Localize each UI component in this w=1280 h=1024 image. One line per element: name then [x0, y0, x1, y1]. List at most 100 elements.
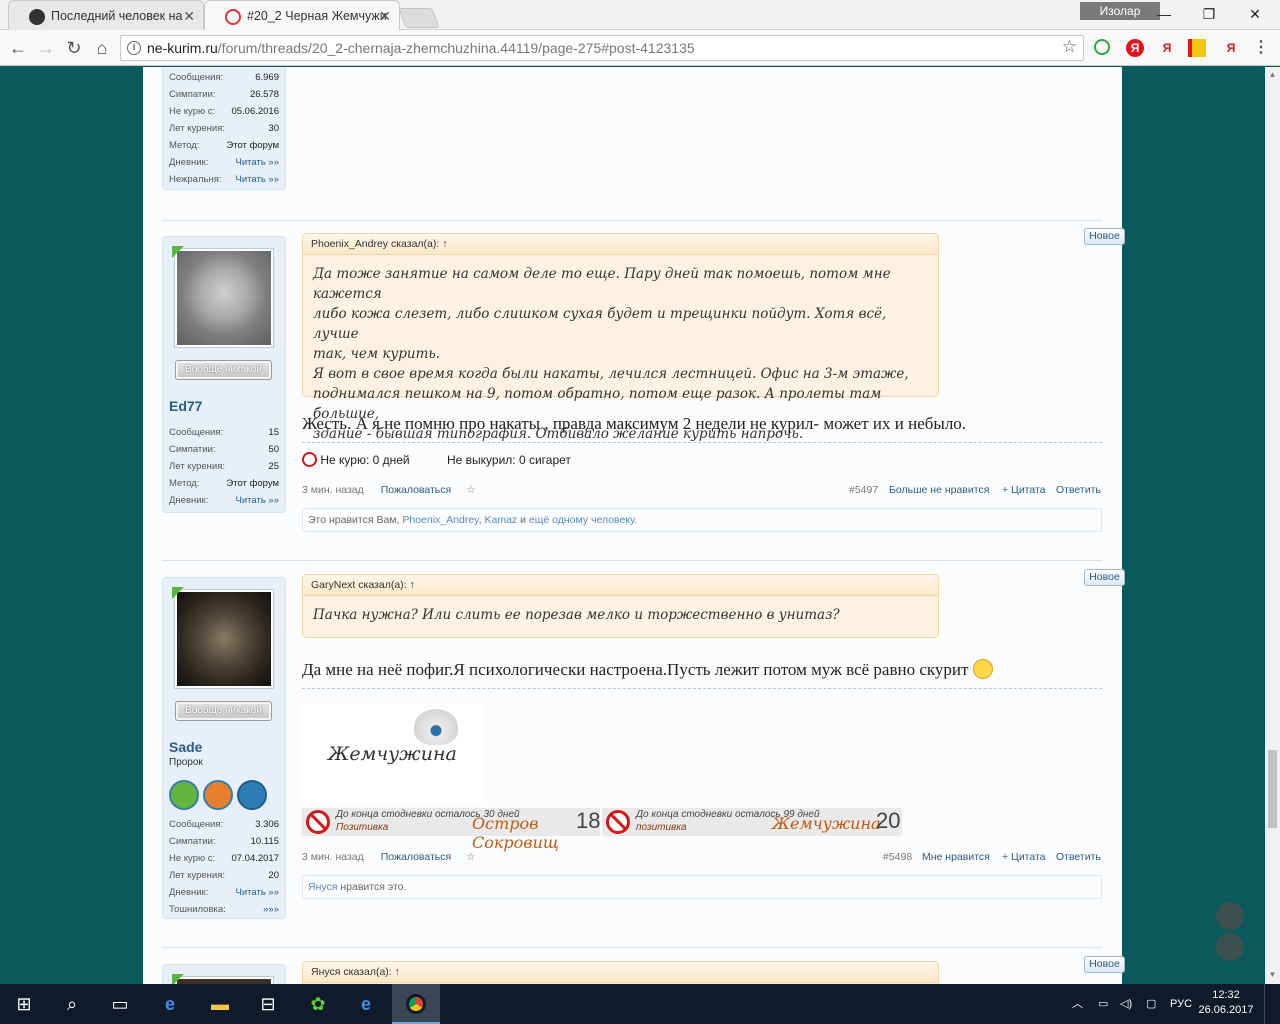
quote-author-link[interactable]: GaryNext сказал(а): ↑ — [303, 575, 938, 596]
new-badge: Новое — [1084, 569, 1125, 586]
profile-button[interactable]: Изолар — [1080, 2, 1160, 20]
kitten-avatar-image — [177, 592, 271, 686]
diary-link[interactable]: Читать »» — [236, 492, 279, 509]
store-icon[interactable]: ⊟ — [244, 984, 292, 1024]
more-likers-link[interactable]: ещё одному человеку — [529, 514, 634, 526]
liker-link[interactable]: Kamaz — [484, 514, 517, 526]
close-icon[interactable]: ✕ — [183, 1, 195, 30]
yandex-extension-icon[interactable]: Я — [1126, 39, 1144, 57]
edge-browser-icon[interactable]: e — [146, 984, 194, 1024]
internet-explorer-icon[interactable]: e — [342, 984, 390, 1024]
minimize-icon[interactable]: — — [1152, 4, 1176, 24]
signature-divider — [302, 442, 1102, 443]
home-icon[interactable]: ⌂ — [90, 36, 114, 60]
language-indicator[interactable]: РУС — [1170, 984, 1192, 1024]
file-explorer-icon[interactable]: ▬ — [196, 984, 244, 1024]
report-link[interactable]: Пожаловаться — [381, 851, 452, 863]
scroll-down-arrow-icon[interactable]: ▼ — [1265, 970, 1280, 979]
green-extension-icon[interactable] — [1094, 39, 1110, 55]
blog-link[interactable]: Читать »» — [236, 171, 279, 188]
post-number-link[interactable]: #5497 — [849, 482, 878, 498]
rank-badge: Вообще никакой — [175, 701, 272, 721]
tray-chevron-icon[interactable]: ︿ — [1072, 984, 1083, 1024]
stat-row: Дневник: Читать »» — [169, 884, 279, 901]
bookmark-extension-icon[interactable] — [1188, 39, 1206, 57]
post-meta-bar: 3 мин. назад Пожаловаться ☆ #5498 Мне нр… — [302, 849, 1102, 865]
reply-link[interactable]: Ответить — [1056, 849, 1101, 865]
avatar[interactable] — [174, 248, 274, 348]
bookmark-star-icon[interactable]: ☆ — [466, 484, 475, 496]
post-separator — [162, 947, 1102, 948]
bookmark-star-icon[interactable]: ☆ — [466, 851, 475, 863]
like-link[interactable]: Мне нравится — [922, 849, 990, 865]
diary-link[interactable]: Читать »» — [236, 884, 279, 901]
address-bar[interactable]: i ne-kurim.ru/forum/threads/20_2-chernaj… — [120, 35, 1084, 61]
floating-scroll-up-icon[interactable] — [1216, 902, 1244, 930]
post-message: Жесть. А я не помню про накаты , правда … — [302, 414, 967, 433]
quote-author-link[interactable]: Януся сказал(а): ↑ — [303, 962, 938, 983]
tab-last-human[interactable]: Последний человек на ✕ — [8, 0, 204, 30]
quote-text: Пачка нужна? Или слить ее порезав мелко … — [313, 607, 840, 623]
signature-counter: Не курю: 0 дней Не выкурил: 0 сигарет — [302, 452, 571, 467]
avatar[interactable] — [174, 589, 274, 689]
award-ship-icon[interactable] — [237, 780, 267, 810]
close-window-icon[interactable]: ✕ — [1243, 4, 1267, 24]
unlike-link[interactable]: Больше не нравится — [889, 482, 989, 498]
windows-start-icon[interactable]: ⊞ — [0, 984, 48, 1024]
search-icon[interactable]: ⌕ — [48, 984, 96, 1024]
stat-row: Лет курения: 30 — [169, 123, 279, 134]
liker-link[interactable]: Януся — [308, 881, 337, 893]
quote-block: Phoenix_Andrey сказал(а): ↑ Да тоже заня… — [302, 233, 939, 442]
reload-icon[interactable]: ↻ — [62, 36, 86, 60]
countdown-banner: До конца стодневки осталось 30 дней Пози… — [302, 808, 600, 852]
network-icon[interactable]: ▭ — [1098, 984, 1108, 1024]
tab-black-pearl[interactable]: #20_2 Черная Жемчужи ✕ — [204, 0, 400, 30]
show-desktop-button[interactable] — [1264, 984, 1280, 1024]
bookmark-star-icon[interactable]: ☆ — [1062, 37, 1077, 57]
task-view-icon[interactable]: ▭ — [96, 984, 144, 1024]
likes-summary: Это нравится Вам, Phoenix_Andrey, Kamaz … — [302, 508, 1102, 532]
diary-link[interactable]: Читать »» — [236, 154, 279, 171]
stat-row: Не курю с: 05.06.2016 — [169, 106, 279, 117]
close-icon[interactable]: ✕ — [379, 1, 391, 30]
page-scrollbar[interactable]: ▲ ▼ — [1265, 67, 1280, 984]
post-number-link[interactable]: #5498 — [883, 849, 912, 865]
award-home-icon[interactable] — [169, 780, 199, 810]
online-indicator — [172, 587, 184, 599]
quote-link[interactable]: + Цитата — [1002, 849, 1046, 865]
no-smoking-icon — [302, 452, 317, 467]
quote-author-link[interactable]: Phoenix_Andrey сказал(а): ↑ — [303, 234, 938, 255]
info-icon[interactable]: i — [127, 41, 141, 55]
post-meta-bar: 3 мин. назад Пожаловаться ☆ #5497 Больше… — [302, 482, 1102, 498]
floating-scroll-down-icon[interactable] — [1216, 933, 1244, 961]
stat-row: Лет курения: 25 — [169, 461, 279, 472]
blog-link[interactable]: »»» — [263, 901, 279, 918]
rank-badge: Вообще никакой — [175, 360, 272, 380]
restore-icon[interactable]: ❐ — [1197, 4, 1221, 24]
volume-icon[interactable]: ◁) — [1120, 984, 1132, 1024]
icq-icon[interactable]: ✿ — [294, 984, 342, 1024]
scroll-up-arrow-icon[interactable]: ▲ — [1265, 70, 1280, 79]
signature-divider — [302, 688, 1102, 689]
clock[interactable]: 12:32 26.06.2017 — [1196, 988, 1256, 1018]
username-link[interactable]: Sade — [169, 739, 202, 755]
scrollbar-thumb[interactable] — [1268, 750, 1277, 828]
post-separator — [162, 560, 1102, 561]
chrome-icon[interactable] — [392, 984, 440, 1024]
yandex-extension-icon-3[interactable]: Я — [1222, 39, 1240, 57]
award-person-icon[interactable] — [203, 780, 233, 810]
back-arrow-icon[interactable]: ← — [6, 36, 30, 60]
stat-row: Метод: Этот форум — [169, 140, 279, 151]
liker-link[interactable]: Phoenix_Andrey — [402, 514, 478, 526]
menu-dots-icon[interactable]: ⋮ — [1252, 39, 1270, 57]
notification-icon[interactable]: ▢ — [1146, 984, 1156, 1024]
yandex-extension-icon-2[interactable]: Я — [1158, 39, 1176, 57]
quote-link[interactable]: + Цитата — [1002, 482, 1046, 498]
avatar[interactable] — [174, 976, 274, 984]
report-link[interactable]: Пожаловаться — [381, 484, 452, 496]
new-tab-button[interactable] — [398, 8, 440, 28]
user-card-next — [162, 964, 286, 984]
reply-link[interactable]: Ответить — [1056, 482, 1101, 498]
username-link[interactable]: Ed77 — [169, 398, 202, 414]
forward-arrow-icon[interactable]: → — [34, 36, 58, 60]
